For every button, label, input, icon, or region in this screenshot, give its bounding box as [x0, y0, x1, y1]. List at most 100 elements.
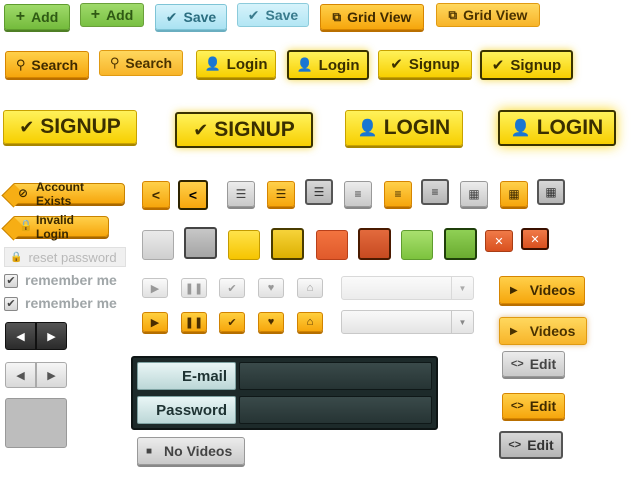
close-button-red-active[interactable]: ✕ [521, 228, 549, 250]
remember-me-checkbox-2[interactable]: ✔ [4, 297, 18, 311]
grid-view-icon-button-dark[interactable]: ▦ [537, 179, 565, 205]
grid-icon: ▦ [508, 187, 520, 201]
grid-view-button[interactable]: ⧉ Grid View [320, 4, 424, 30]
no-videos-label: No Videos [164, 443, 233, 459]
email-field[interactable] [239, 362, 432, 390]
swatch-red-active[interactable] [358, 228, 391, 260]
play-icon: ▶ [150, 316, 160, 329]
search-button[interactable]: ⚲ Search [5, 51, 89, 78]
code-icon: <> [508, 439, 522, 451]
play-button-disabled[interactable]: ▶ [142, 278, 168, 298]
login-large-button[interactable]: 👤 LOGIN [345, 110, 463, 146]
grid-icon: ▦ [468, 187, 480, 201]
login-large-label: LOGIN [536, 116, 604, 139]
swatch-gray-active[interactable] [184, 227, 217, 259]
password-label-box: Password [137, 396, 236, 424]
list-view-button-orange[interactable]: ☰ [267, 181, 295, 207]
back-button-active[interactable]: < [178, 180, 208, 210]
swatch-yellow[interactable] [228, 230, 260, 260]
heart-button[interactable]: ♥ [258, 312, 284, 332]
signup-large-button[interactable]: ✔ SIGNUP [3, 110, 137, 144]
text-view-button-orange[interactable]: ≡ [384, 181, 412, 207]
grid-view-icon-button-orange[interactable]: ▦ [500, 181, 528, 207]
swatch-red[interactable] [316, 230, 348, 260]
plus-icon: + [90, 6, 101, 23]
stop-icon: ■ [146, 445, 153, 457]
close-icon: ✕ [530, 233, 540, 246]
next-button-dark[interactable]: ▶ [36, 322, 67, 350]
check-icon: ✔ [390, 56, 403, 73]
prev-button-dark[interactable]: ◀ [5, 322, 36, 350]
check-button[interactable]: ✔ [219, 312, 245, 332]
check-icon: ✔ [227, 282, 237, 295]
save-button-alt[interactable]: ✔ Save [237, 3, 309, 27]
grid-icon: ▦ [545, 185, 557, 199]
search-button-alt[interactable]: ⚲ Search [99, 50, 183, 76]
pause-button[interactable]: ❚❚ [181, 312, 207, 332]
play-button[interactable]: ▶ [142, 312, 168, 332]
password-label: Password [156, 401, 227, 419]
gray-swatch-large [5, 398, 67, 448]
next-button-light[interactable]: ▶ [36, 362, 67, 388]
grid-view-button-alt[interactable]: ⧉ Grid View [436, 3, 540, 27]
arrow-right-icon: ▶ [47, 369, 56, 382]
code-icon: <> [510, 400, 524, 412]
signup-button[interactable]: ✔ Signup [378, 50, 472, 78]
pause-button-disabled[interactable]: ❚❚ [181, 278, 207, 298]
pause-icon: ❚❚ [184, 282, 204, 295]
dropdown[interactable]: ▼ [341, 310, 474, 334]
swatch-green[interactable] [401, 230, 433, 260]
save-label: Save [183, 9, 217, 25]
videos-button-alt[interactable]: ▶ Videos [499, 317, 587, 345]
list-view-button[interactable]: ☰ [227, 181, 255, 207]
videos-button[interactable]: ▶ Videos [499, 276, 585, 304]
email-label-box: E-mail [137, 362, 236, 390]
chevron-left-icon: < [188, 187, 198, 203]
user-icon: 👤 [510, 120, 531, 137]
reset-password-field[interactable]: 🔒 reset password [4, 247, 126, 267]
remember-me-label-2: remember me [25, 295, 117, 311]
login-button[interactable]: 👤 Login [196, 50, 276, 78]
heart-icon: ♥ [267, 282, 275, 294]
close-button-red[interactable]: ✕ [485, 230, 513, 252]
list-icon: ☰ [275, 187, 287, 201]
signup-label: Signup [510, 56, 562, 74]
remember-me-checkbox-1[interactable]: ✔ [4, 274, 18, 288]
text-view-button-dark[interactable]: ≡ [421, 179, 449, 205]
password-field[interactable] [239, 396, 432, 424]
invalid-login-tag: 🔒 Invalid Login [13, 213, 109, 241]
videos-label: Videos [529, 282, 576, 298]
login-large-button-glow[interactable]: 👤 LOGIN [498, 110, 616, 146]
grid-view-icon-button[interactable]: ▦ [460, 181, 488, 207]
swatch-green-active[interactable] [444, 228, 477, 260]
check-icon: ✔ [19, 116, 35, 137]
add-button-alt[interactable]: + Add [80, 3, 144, 27]
home-button[interactable]: ⌂ [297, 312, 323, 332]
check-icon: ✔ [491, 57, 505, 74]
search-icon: ⚲ [109, 55, 120, 70]
list-view-button-dark[interactable]: ☰ [305, 179, 333, 205]
signup-large-button-active[interactable]: ✔ SIGNUP [175, 112, 313, 148]
dropdown-disabled[interactable]: ▼ [341, 276, 474, 300]
heart-button-disabled[interactable]: ♥ [258, 278, 284, 298]
edit-button-gray[interactable]: <> Edit [502, 351, 565, 377]
save-button[interactable]: ✔ Save [155, 4, 227, 30]
home-button-disabled[interactable]: ⌂ [297, 278, 323, 298]
text-view-button[interactable]: ≡ [344, 181, 372, 207]
swatch-yellow-active[interactable] [271, 228, 304, 260]
signup-large-label: SIGNUP [214, 118, 295, 141]
no-videos-button[interactable]: ■ No Videos [137, 437, 245, 465]
add-button[interactable]: + Add [4, 4, 70, 30]
account-exists-tag: ⊘ Account Exists [13, 180, 125, 208]
check-button-disabled[interactable]: ✔ [219, 278, 245, 298]
user-icon: 👤 [357, 120, 378, 137]
back-button[interactable]: < [142, 181, 170, 208]
plus-icon: + [15, 8, 26, 25]
lines-icon: ≡ [394, 187, 402, 201]
signup-button-active[interactable]: ✔ Signup [480, 50, 573, 80]
prev-button-light[interactable]: ◀ [5, 362, 36, 388]
swatch-light-gray[interactable] [142, 230, 174, 260]
edit-button-dark[interactable]: <> Edit [499, 431, 563, 459]
edit-button-orange[interactable]: <> Edit [502, 393, 565, 419]
login-button-active[interactable]: 👤 Login [287, 50, 369, 80]
